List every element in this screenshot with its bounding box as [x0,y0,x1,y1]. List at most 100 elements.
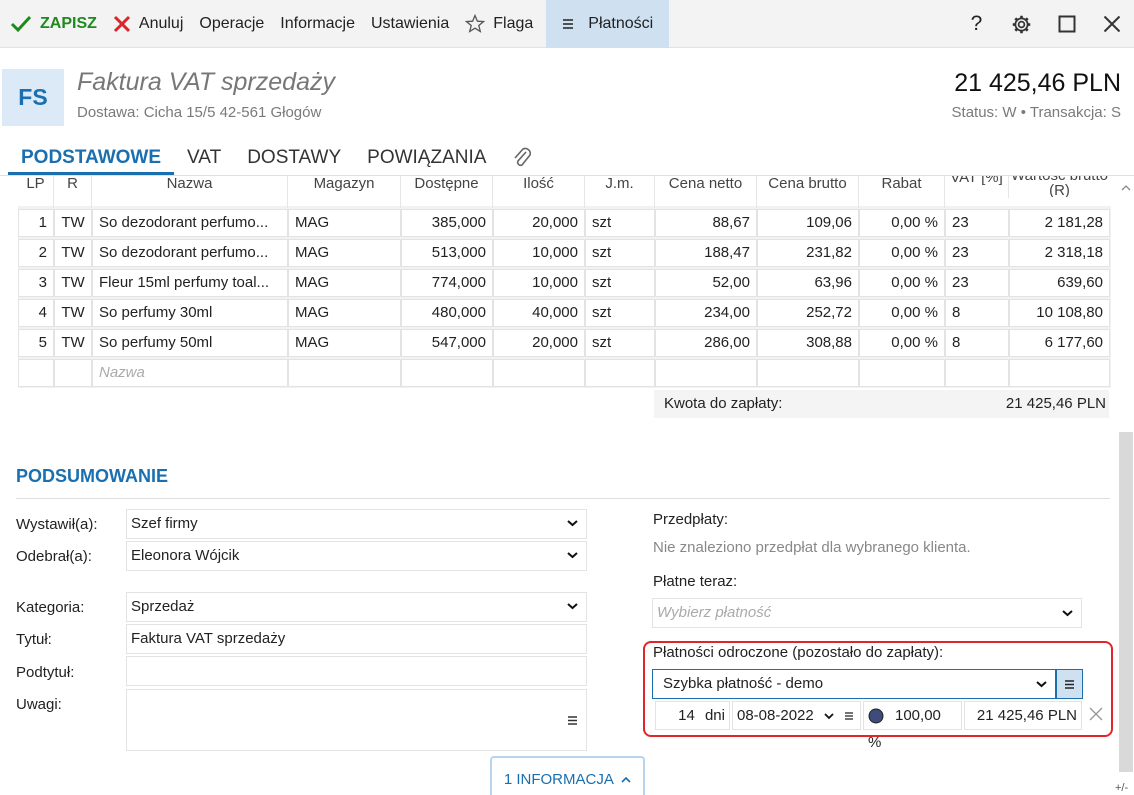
tab-podstawowe[interactable]: PODSTAWOWE [8,140,175,175]
cell-cena-netto[interactable] [655,359,757,387]
cell-magazyn[interactable]: MAG [288,239,401,267]
cell-magazyn[interactable]: MAG [288,209,401,237]
cell-nazwa[interactable]: Nazwa [92,359,288,387]
cell-magazyn[interactable]: MAG [288,299,401,327]
table-row[interactable]: 3 TW Fleur 15ml perfumy toal... MAG 774,000 1… [0,268,1110,298]
settings-menu[interactable]: Ustawienia [363,0,457,48]
attachments-tab[interactable] [499,140,545,175]
cell-r[interactable] [54,359,92,387]
cell-vat[interactable] [945,359,1009,387]
cell-rabat[interactable]: 0,00 % [859,209,945,237]
col-magazyn[interactable]: Magazyn [288,176,401,208]
cell-jm[interactable]: szt [585,269,655,297]
scroll-up-arrow[interactable] [1119,180,1133,194]
cell-cena-brutto[interactable]: 308,88 [757,329,859,357]
payment-amount-field[interactable]: 21 425,46 PLN [964,701,1082,730]
maximize-button[interactable] [1044,0,1089,48]
tab-powiazania[interactable]: POWIĄZANIA [354,140,499,175]
cell-cena-netto[interactable]: 88,67 [655,209,757,237]
operations-menu[interactable]: Operacje [191,0,272,48]
table-row[interactable]: 1 TW So dezodorant perfumo... MAG 385,000 20,… [0,208,1110,238]
cell-dostepne[interactable]: 385,000 [401,209,493,237]
received-by-select[interactable]: Eleonora Wójcik [126,541,587,571]
table-new-row[interactable]: Nazwa [0,358,1110,388]
payment-days-field[interactable]: 14 dni [655,701,730,730]
cell-ilosc[interactable]: 40,000 [493,299,585,327]
col-lp[interactable]: LP [18,176,54,208]
cell-jm[interactable]: szt [585,329,655,357]
cell-jm[interactable]: szt [585,239,655,267]
cell-wartosc-brutto[interactable]: 2 181,28 [1009,209,1110,237]
information-expand-button[interactable]: 1 INFORMACJA [490,756,645,795]
cell-wartosc-brutto[interactable]: 639,60 [1009,269,1110,297]
col-rabat[interactable]: Rabat [859,176,945,208]
cell-vat[interactable]: 8 [945,299,1009,327]
cell-r[interactable]: TW [54,329,92,357]
cell-nazwa[interactable]: So perfumy 30ml [92,299,288,327]
col-wartosc-brutto[interactable]: Wartość brutto (R) [1009,176,1110,197]
cell-wartosc-brutto[interactable]: 10 108,80 [1009,299,1110,327]
cell-rabat[interactable]: 0,00 % [859,239,945,267]
cell-vat[interactable]: 23 [945,239,1009,267]
cell-cena-netto[interactable]: 52,00 [655,269,757,297]
cell-wartosc-brutto[interactable] [1009,359,1110,387]
pay-now-select[interactable]: Wybierz płatność [652,598,1082,628]
expand-collapse-toggle[interactable]: +/- [1115,782,1128,794]
cell-wartosc-brutto[interactable]: 6 177,60 [1009,329,1110,357]
cell-nazwa[interactable]: So perfumy 50ml [92,329,288,357]
cell-lp[interactable]: 4 [18,299,54,327]
cell-magazyn[interactable] [288,359,401,387]
cell-cena-brutto[interactable] [757,359,859,387]
cell-ilosc[interactable] [493,359,585,387]
menu-lines-icon[interactable] [567,715,578,726]
cell-ilosc[interactable]: 20,000 [493,329,585,357]
due-date-picker[interactable]: 08-08-2022 [732,701,861,730]
cell-dostepne[interactable] [401,359,493,387]
cell-cena-brutto[interactable]: 231,82 [757,239,859,267]
cell-jm[interactable] [585,359,655,387]
cell-vat[interactable]: 23 [945,269,1009,297]
col-vat[interactable]: VAT [%] [945,176,1009,198]
cell-dostepne[interactable]: 513,000 [401,239,493,267]
cell-ilosc[interactable]: 10,000 [493,239,585,267]
notes-textarea[interactable] [126,689,587,751]
cell-vat[interactable]: 8 [945,329,1009,357]
cell-r[interactable]: TW [54,269,92,297]
cell-cena-brutto[interactable]: 63,96 [757,269,859,297]
table-row[interactable]: 5 TW So perfumy 50ml MAG 547,000 20,000 szt 286… [0,328,1110,358]
cell-lp[interactable]: 2 [18,239,54,267]
tab-vat[interactable]: VAT [174,140,234,175]
cell-ilosc[interactable]: 10,000 [493,269,585,297]
cell-cena-brutto[interactable]: 252,72 [757,299,859,327]
deferred-method-select[interactable]: Szybka płatność - demo [652,669,1056,699]
title-input[interactable]: Faktura VAT sprzedaży [126,624,587,654]
cell-dostepne[interactable]: 480,000 [401,299,493,327]
cell-cena-netto[interactable]: 286,00 [655,329,757,357]
issued-by-select[interactable]: Szef firmy [126,509,587,539]
vertical-scrollbar-thumb[interactable] [1119,432,1133,772]
cell-nazwa[interactable]: Fleur 15ml perfumy toal... [92,269,288,297]
cell-dostepne[interactable]: 774,000 [401,269,493,297]
cell-jm[interactable]: szt [585,209,655,237]
cell-lp[interactable] [18,359,54,387]
cell-r[interactable]: TW [54,299,92,327]
subtitle-input[interactable] [126,656,587,686]
cell-lp[interactable]: 1 [18,209,54,237]
col-dostepne[interactable]: Dostępne [401,176,493,208]
cell-cena-netto[interactable]: 234,00 [655,299,757,327]
payments-button[interactable]: Płatności [546,0,670,48]
save-button[interactable]: ZAPISZ [0,0,105,48]
cell-jm[interactable]: szt [585,299,655,327]
cell-magazyn[interactable]: MAG [288,269,401,297]
close-window-button[interactable] [1089,0,1134,48]
cell-r[interactable]: TW [54,209,92,237]
cell-nazwa[interactable]: So dezodorant perfumo... [92,239,288,267]
settings-gear-button[interactable] [999,0,1044,48]
cell-rabat[interactable]: 0,00 % [859,329,945,357]
cell-cena-brutto[interactable]: 109,06 [757,209,859,237]
col-cena-netto[interactable]: Cena netto [655,176,757,208]
col-ilosc[interactable]: Ilość [493,176,585,208]
payment-percent-field[interactable]: 100,00 % [863,701,962,751]
cancel-button[interactable]: Anuluj [105,0,191,48]
remove-payment-button[interactable] [1089,707,1103,726]
